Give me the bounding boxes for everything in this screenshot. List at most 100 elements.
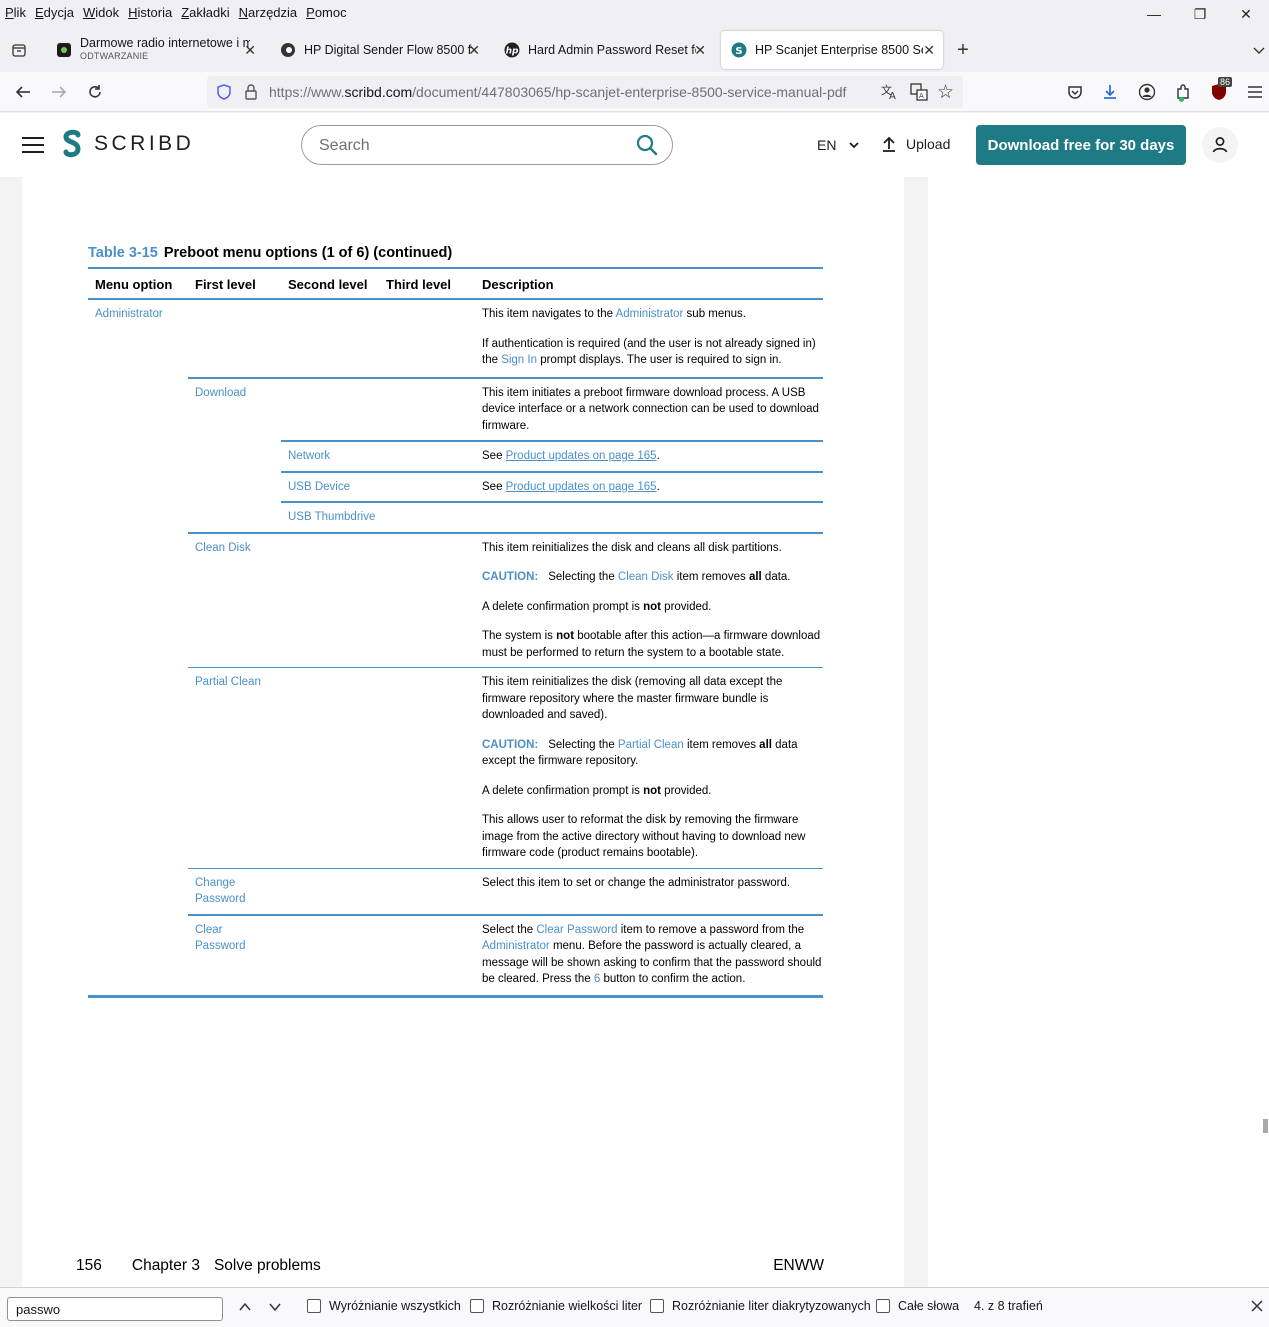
navigation-bar: https://www.scribd.com/document/44780306… xyxy=(0,72,1269,112)
back-icon[interactable] xyxy=(12,81,34,103)
reload-icon[interactable] xyxy=(84,81,106,103)
menu-narzedzia[interactable]: Narzędzia xyxy=(234,5,302,20)
tab-close-icon[interactable]: ✕ xyxy=(244,42,256,59)
bookmark-star-icon[interactable]: ☆ xyxy=(937,81,954,104)
description-cell: Select the Clear Password item to remove… xyxy=(475,913,823,998)
description-cell: This item initiates a preboot firmware d… xyxy=(475,376,823,441)
tab-close-icon[interactable]: ✕ xyxy=(694,42,706,59)
table-number: Table 3-15 xyxy=(88,245,158,261)
column-header: Second level xyxy=(281,269,379,300)
forward-icon[interactable] xyxy=(48,81,70,103)
update-dot-icon xyxy=(1179,97,1184,102)
search-placeholder: Search xyxy=(319,137,370,154)
lock-icon[interactable] xyxy=(243,83,259,104)
ublock-icon[interactable]: 86 xyxy=(1208,77,1233,103)
list-all-tabs-icon[interactable] xyxy=(1248,39,1269,61)
description-cell: This item reinitializes the disk and cle… xyxy=(475,531,823,668)
match-diacritics-checkbox[interactable]: Rozróżnianie liter diakrytyzowanych xyxy=(650,1299,871,1313)
menu-widok[interactable]: Widok xyxy=(78,5,123,20)
scribd-logo[interactable]: SCRIBD xyxy=(60,129,194,159)
menu-pomoc[interactable]: Pomoc xyxy=(301,5,350,20)
restore-icon[interactable]: ❐ xyxy=(1177,0,1223,28)
tab-radio[interactable]: Darmowe radio internetowe i m ODTWARZANIE… xyxy=(46,31,264,69)
url-bar[interactable]: https://www.scribd.com/document/44780306… xyxy=(207,76,963,108)
first-level-clear-password: Clear Password xyxy=(188,913,281,998)
section-label: Solve problems xyxy=(213,1257,321,1274)
extensions-icon[interactable] xyxy=(1172,81,1194,103)
new-tab-icon[interactable]: + xyxy=(952,39,974,61)
language-selector[interactable]: EN xyxy=(817,137,860,153)
menu-plik[interactable]: Plik xyxy=(0,5,30,20)
close-window-icon[interactable]: ✕ xyxy=(1223,0,1269,28)
menu-bar: Plik Edycja Widok Historia Zakładki Narz… xyxy=(0,0,1269,24)
translate-icon[interactable]: 文A xyxy=(880,82,900,105)
menu-zakladki[interactable]: Zakładki xyxy=(176,5,233,20)
find-input[interactable]: passwo xyxy=(7,1297,223,1321)
column-header: Description xyxy=(475,269,823,300)
table-row: USB Device See Product updates on page 1… xyxy=(88,470,823,502)
hamburger-menu-icon[interactable] xyxy=(22,137,44,153)
svg-text:A: A xyxy=(919,92,924,100)
scribd-icon: S xyxy=(731,42,747,58)
search-icon[interactable] xyxy=(636,134,658,161)
column-header: First level xyxy=(188,269,281,300)
table-header-row: Menu option First level Second level Thi… xyxy=(88,269,823,300)
close-find-bar-icon[interactable] xyxy=(1250,1299,1264,1313)
description-cell: See Product updates on page 165. xyxy=(475,440,823,472)
find-previous-icon[interactable] xyxy=(238,1300,252,1314)
right-panel xyxy=(928,177,1269,1287)
preboot-table-section: Table 3-15 Preboot menu options (1 of 6) … xyxy=(88,245,823,998)
tab-close-icon[interactable]: ✕ xyxy=(923,42,935,59)
tracking-protection-icon[interactable] xyxy=(215,83,233,104)
tab-title: HP Scanjet Enterprise 8500 Servi xyxy=(755,43,923,57)
url-text[interactable]: https://www.scribd.com/document/44780306… xyxy=(269,84,846,100)
search-input[interactable]: Search xyxy=(301,125,673,165)
svg-text:S: S xyxy=(735,46,742,57)
page-footer: 156 Chapter 3 Solve problems ENWW xyxy=(76,1257,824,1275)
radio-icon xyxy=(56,42,72,58)
first-level-change-password: Change Password xyxy=(188,867,281,915)
window-controls: — ❐ ✕ xyxy=(1131,0,1269,28)
product-updates-link[interactable]: Product updates on page 165 xyxy=(506,450,657,462)
app-menu-icon[interactable] xyxy=(1244,81,1266,103)
tab-hp-scanjet[interactable]: S HP Scanjet Enterprise 8500 Servi ✕ xyxy=(721,31,943,69)
highlight-all-label: Wyróżnianie wszystkich xyxy=(329,1299,461,1313)
tab-close-icon[interactable]: ✕ xyxy=(468,42,480,59)
scrollbar-thumb[interactable] xyxy=(1263,1119,1268,1133)
document-viewer[interactable]: Table 3-15 Preboot menu options (1 of 6) … xyxy=(0,177,1269,1287)
highlight-all-checkbox[interactable]: Wyróżnianie wszystkich xyxy=(307,1299,461,1313)
column-header: Third level xyxy=(379,269,475,300)
menu-edycja[interactable]: Edycja xyxy=(30,5,78,20)
tab-hp-digital-sender[interactable]: HP Digital Sender Flow 8500 fn1 ✕ xyxy=(270,31,488,69)
tab-title: Hard Admin Password Reset for xyxy=(528,43,696,57)
menu-option-administrator: Administrator xyxy=(95,308,163,320)
user-account-icon[interactable] xyxy=(1202,127,1238,163)
tab-title: HP Digital Sender Flow 8500 fn1 xyxy=(304,43,472,57)
tab-list-icon[interactable] xyxy=(8,39,30,61)
extension-badge: 86 xyxy=(1218,77,1233,87)
preboot-menu-table: Menu option First level Second level Thi… xyxy=(88,269,823,998)
find-next-icon[interactable] xyxy=(268,1300,282,1314)
table-row: USB Thumbdrive xyxy=(88,501,823,533)
downloads-icon[interactable] xyxy=(1099,81,1121,103)
page-translate-icon[interactable]: A xyxy=(909,82,929,105)
description-cell: This item navigates to the Administrator… xyxy=(482,308,816,366)
column-header: Menu option xyxy=(88,269,188,300)
tab-title: Darmowe radio internetowe i m xyxy=(80,37,250,50)
whole-words-checkbox[interactable]: Całe słowa xyxy=(876,1299,959,1313)
table-row: Administrator This item navigates to the… xyxy=(88,299,823,378)
menu-historia[interactable]: Historia xyxy=(123,5,176,20)
upload-button[interactable]: Upload xyxy=(880,135,950,153)
account-icon[interactable] xyxy=(1136,81,1158,103)
download-free-button[interactable]: Download free for 30 days xyxy=(976,125,1186,165)
minimize-icon[interactable]: — xyxy=(1131,0,1177,28)
scribd-wordmark: SCRIBD xyxy=(94,132,195,155)
tab-hard-admin-password[interactable]: hp Hard Admin Password Reset for ✕ xyxy=(494,31,714,69)
description-cell: See Product updates on page 165. xyxy=(475,470,823,502)
product-updates-link[interactable]: Product updates on page 165 xyxy=(506,481,657,493)
svg-text:A: A xyxy=(889,91,896,102)
match-case-checkbox[interactable]: Rozróżnianie wielkości liter xyxy=(470,1299,642,1313)
match-diacritics-label: Rozróżnianie liter diakrytyzowanych xyxy=(672,1299,871,1313)
pocket-icon[interactable] xyxy=(1064,81,1086,103)
chapter-label: Chapter 3 xyxy=(131,1257,200,1274)
